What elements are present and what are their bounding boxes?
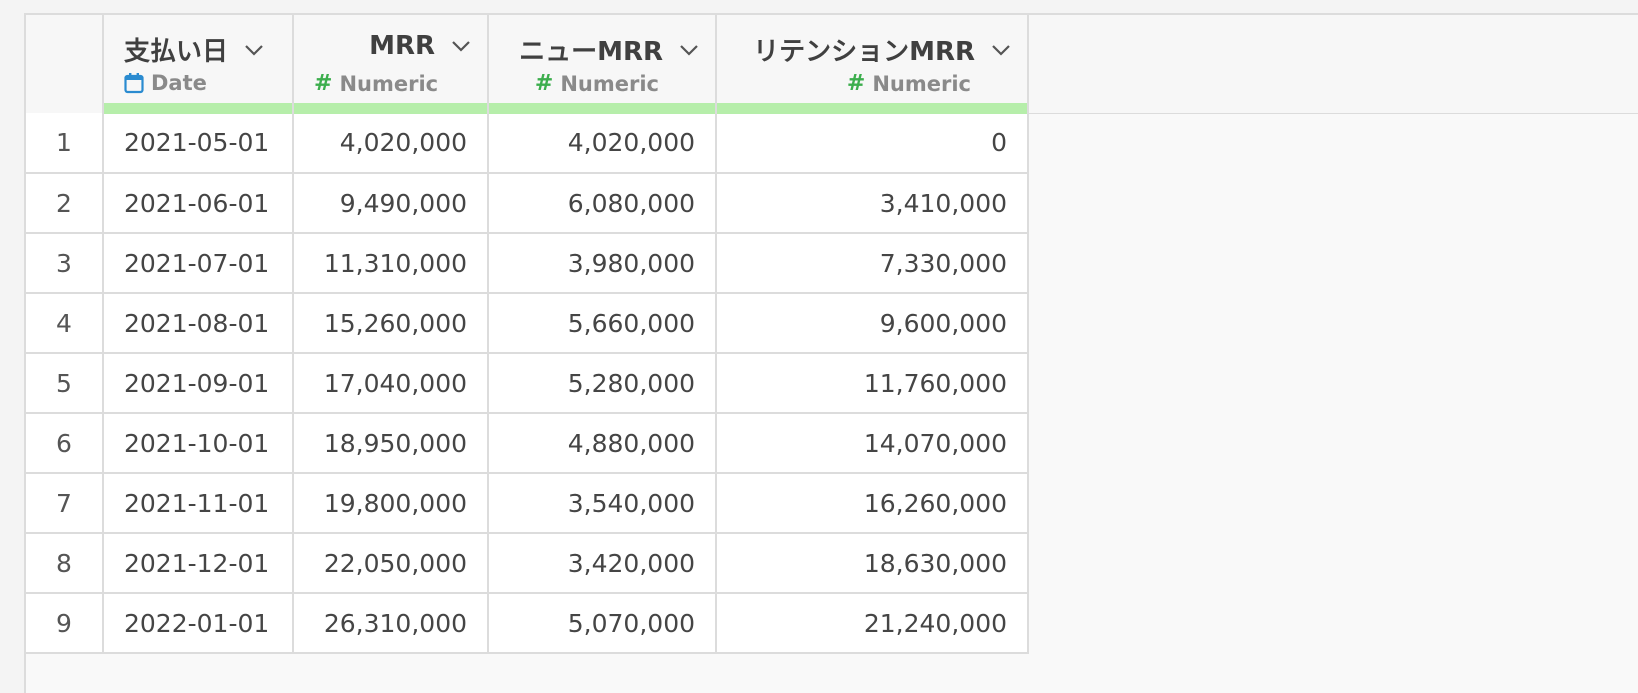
table-row[interactable]: 8 2021-12-01 22,050,000 3,420,000 18,630… — [26, 533, 1029, 594]
hash-icon: # — [534, 71, 554, 96]
cell-mrr[interactable]: 11,310,000 — [293, 233, 489, 294]
column-type: Numeric — [339, 71, 439, 96]
row-number: 2 — [26, 173, 104, 234]
row-number: 5 — [26, 353, 104, 414]
cell-new-mrr[interactable]: 3,540,000 — [488, 473, 717, 534]
column-name: リテンションMRR — [753, 37, 975, 67]
cell-new-mrr[interactable]: 6,080,000 — [488, 173, 717, 234]
cell-payment-date[interactable]: 2021-11-01 — [103, 473, 294, 534]
header-row: 支払い日 Date MRR # Numeric ニューMRR # Numeric… — [26, 15, 1029, 114]
row-number: 4 — [26, 293, 104, 354]
cell-payment-date[interactable]: 2021-05-01 — [103, 113, 294, 174]
table-row[interactable]: 9 2022-01-01 26,310,000 5,070,000 21,240… — [26, 593, 1029, 654]
cell-mrr[interactable]: 15,260,000 — [293, 293, 489, 354]
hash-icon: # — [314, 71, 333, 96]
chevron-down-icon[interactable] — [989, 38, 1013, 62]
row-number: 8 — [26, 533, 104, 594]
table-row[interactable]: 6 2021-10-01 18,950,000 4,880,000 14,070… — [26, 413, 1029, 474]
table-row[interactable]: 7 2021-11-01 19,800,000 3,540,000 16,260… — [26, 473, 1029, 534]
cell-retention-mrr[interactable]: 18,630,000 — [716, 533, 1029, 594]
column-quality-bar — [104, 103, 292, 114]
cell-mrr[interactable]: 17,040,000 — [293, 353, 489, 414]
row-number: 1 — [26, 113, 104, 174]
table-row[interactable]: 1 2021-05-01 4,020,000 4,020,000 0 — [26, 113, 1029, 174]
cell-new-mrr[interactable]: 5,070,000 — [488, 593, 717, 654]
cell-mrr[interactable]: 9,490,000 — [293, 173, 489, 234]
column-header-mrr[interactable]: MRR # Numeric — [293, 15, 489, 114]
column-name: 支払い日 — [124, 37, 229, 67]
cell-retention-mrr[interactable]: 11,760,000 — [716, 353, 1029, 414]
table-row[interactable]: 4 2021-08-01 15,260,000 5,660,000 9,600,… — [26, 293, 1029, 354]
chevron-down-icon[interactable] — [242, 38, 266, 62]
cell-new-mrr[interactable]: 3,420,000 — [488, 533, 717, 594]
row-number: 9 — [26, 593, 104, 654]
column-header-new-mrr[interactable]: ニューMRR # Numeric — [488, 15, 717, 114]
cell-new-mrr[interactable]: 5,280,000 — [488, 353, 717, 414]
cell-new-mrr[interactable]: 4,020,000 — [488, 113, 717, 174]
row-number: 6 — [26, 413, 104, 474]
cell-retention-mrr[interactable]: 16,260,000 — [716, 473, 1029, 534]
calendar-icon — [124, 72, 144, 94]
cell-new-mrr[interactable]: 4,880,000 — [488, 413, 717, 474]
row-number-header — [26, 15, 104, 113]
column-type: Numeric — [872, 71, 971, 96]
column-quality-bar — [717, 103, 1027, 114]
cell-new-mrr[interactable]: 3,980,000 — [488, 233, 717, 294]
cell-payment-date[interactable]: 2021-06-01 — [103, 173, 294, 234]
cell-mrr[interactable]: 19,800,000 — [293, 473, 489, 534]
cell-retention-mrr[interactable]: 0 — [716, 113, 1029, 174]
column-name: MRR — [369, 31, 435, 61]
hash-icon: # — [846, 71, 866, 96]
cell-retention-mrr[interactable]: 21,240,000 — [716, 593, 1029, 654]
column-quality-bar — [294, 103, 487, 114]
chevron-down-icon[interactable] — [677, 38, 701, 62]
column-type: Numeric — [560, 71, 659, 96]
cell-mrr[interactable]: 22,050,000 — [293, 533, 489, 594]
column-name: ニューMRR — [519, 37, 663, 67]
cell-payment-date[interactable]: 2021-07-01 — [103, 233, 294, 294]
cell-mrr[interactable]: 4,020,000 — [293, 113, 489, 174]
row-number: 3 — [26, 233, 104, 294]
data-grid: 支払い日 Date MRR # Numeric ニューMRR # Numeric… — [24, 13, 1638, 693]
row-number: 7 — [26, 473, 104, 534]
cell-retention-mrr[interactable]: 9,600,000 — [716, 293, 1029, 354]
cell-retention-mrr[interactable]: 14,070,000 — [716, 413, 1029, 474]
cell-payment-date[interactable]: 2021-10-01 — [103, 413, 294, 474]
column-header-retention-mrr[interactable]: リテンションMRR # Numeric — [716, 15, 1029, 114]
table-row[interactable]: 5 2021-09-01 17,040,000 5,280,000 11,760… — [26, 353, 1029, 414]
cell-retention-mrr[interactable]: 3,410,000 — [716, 173, 1029, 234]
cell-mrr[interactable]: 26,310,000 — [293, 593, 489, 654]
column-header-payment-date[interactable]: 支払い日 Date — [103, 15, 294, 114]
table-row[interactable]: 2 2021-06-01 9,490,000 6,080,000 3,410,0… — [26, 173, 1029, 234]
cell-new-mrr[interactable]: 5,660,000 — [488, 293, 717, 354]
cell-retention-mrr[interactable]: 7,330,000 — [716, 233, 1029, 294]
cell-mrr[interactable]: 18,950,000 — [293, 413, 489, 474]
table-row[interactable]: 3 2021-07-01 11,310,000 3,980,000 7,330,… — [26, 233, 1029, 294]
cell-payment-date[interactable]: 2021-12-01 — [103, 533, 294, 594]
chevron-down-icon[interactable] — [449, 34, 473, 58]
cell-payment-date[interactable]: 2021-09-01 — [103, 353, 294, 414]
column-quality-bar — [489, 103, 715, 114]
cell-payment-date[interactable]: 2021-08-01 — [103, 293, 294, 354]
cell-payment-date[interactable]: 2022-01-01 — [103, 593, 294, 654]
column-type: Date — [151, 71, 207, 95]
data-table: 支払い日 Date MRR # Numeric ニューMRR # Numeric… — [26, 15, 1029, 654]
